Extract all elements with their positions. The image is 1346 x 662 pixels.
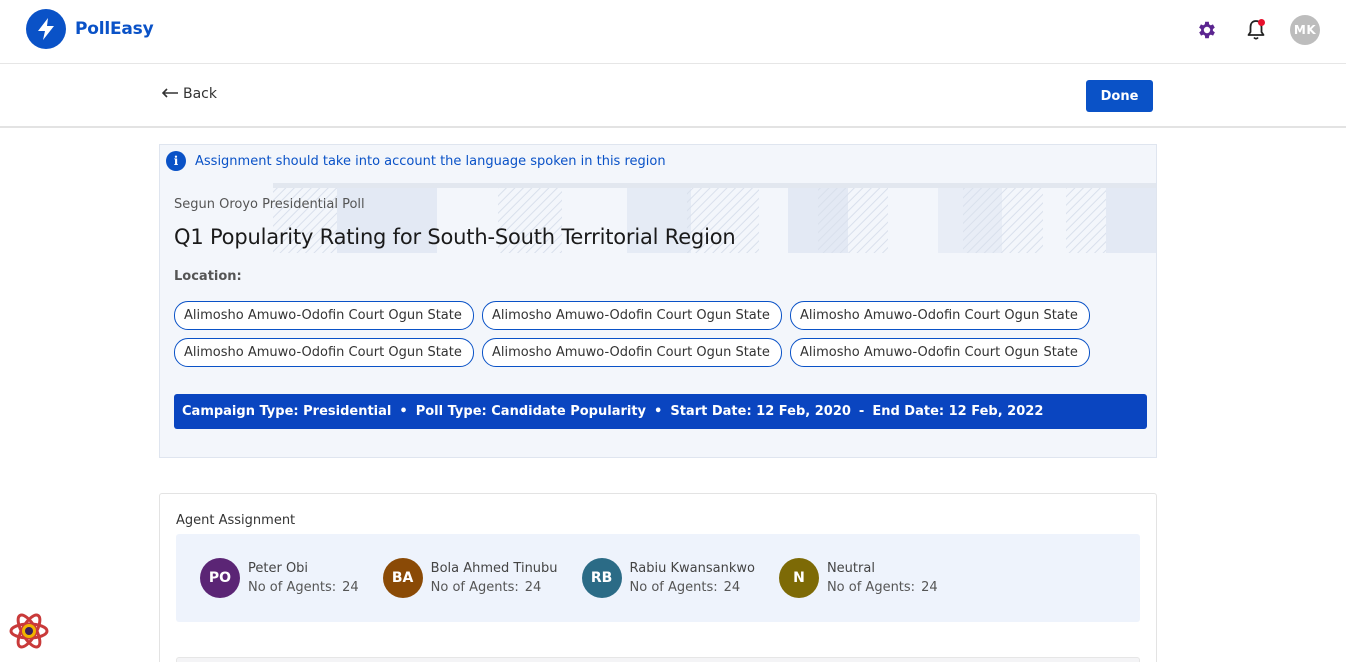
agent-count-row: No of Agents: 24: [431, 580, 558, 595]
agent-item[interactable]: RB Rabiu Kwansankwo No of Agents: 24: [581, 558, 755, 598]
info-icon: i: [166, 151, 186, 171]
campaign-type-label: Campaign Type:: [182, 404, 299, 419]
done-button[interactable]: Done: [1086, 80, 1153, 112]
next-section-strip: [176, 657, 1140, 662]
agent-count: 24: [723, 580, 741, 595]
agent-count: 24: [921, 580, 938, 595]
agent-count-label: No of Agents:: [826, 580, 916, 595]
agent-assignment-title: Agent Assignment: [176, 513, 296, 528]
agent-item[interactable]: PO Peter Obi No of Agents: 24: [200, 558, 359, 598]
separator: -: [858, 404, 865, 419]
nav-actions: MK: [1192, 15, 1320, 45]
agent-name: Bola Ahmed Tinubu: [430, 561, 558, 576]
brand-name: PollEasy: [75, 19, 154, 39]
location-chip[interactable]: Alimosho Amuwo-Odofin Court Ogun State: [482, 338, 782, 367]
separator: •: [399, 404, 408, 419]
location-chip[interactable]: Alimosho Amuwo-Odofin Court Ogun State: [174, 301, 474, 330]
language-notice: i Assignment should take into account th…: [166, 151, 666, 171]
poll-type-label: Poll Type:: [415, 404, 487, 419]
agent-panel: PO Peter Obi No of Agents: 24 BA Bola Ahm…: [176, 534, 1140, 622]
agent-count: 24: [342, 580, 359, 595]
top-navbar: PollEasy MK: [0, 0, 1346, 64]
agent-count-row: No of Agents: 24: [248, 580, 359, 595]
campaign-type-value: Presidential: [303, 404, 392, 419]
separator: •: [654, 404, 663, 419]
avatar: RB: [581, 558, 622, 598]
bell-icon[interactable]: [1241, 15, 1271, 45]
back-label: Back: [183, 86, 217, 102]
poll-title: Q1 Popularity Rating for South-South Ter…: [174, 225, 736, 249]
bolt-icon: [26, 9, 66, 49]
agent-count-label: No of Agents:: [430, 580, 519, 595]
agent-name: Neutral: [826, 561, 875, 576]
user-avatar[interactable]: MK: [1290, 15, 1320, 45]
start-date-label: Start Date:: [670, 404, 752, 419]
poll-subtitle: Segun Oroyo Presidential Poll: [174, 197, 365, 212]
agent-item[interactable]: BA Bola Ahmed Tinubu No of Agents: 24: [382, 558, 558, 598]
poll-type-value: Candidate Popularity: [491, 404, 647, 419]
agent-name: Rabiu Kwansankwo: [629, 561, 755, 576]
agent-count-label: No of Agents:: [248, 580, 337, 595]
avatar: BA: [382, 558, 423, 598]
location-chip[interactable]: Alimosho Amuwo-Odofin Court Ogun State: [482, 301, 782, 330]
campaign-details-bar: Campaign Type: Presidential • Poll Type:…: [174, 394, 1147, 429]
agent-name: Peter Obi: [248, 561, 309, 576]
location-label: Location:: [174, 269, 242, 284]
poll-info-card: i Assignment should take into account th…: [159, 144, 1157, 458]
notice-text: Assignment should take into account the …: [195, 153, 666, 169]
location-chips: Alimosho Amuwo-Odofin Court Ogun State A…: [174, 301, 1104, 367]
location-chip[interactable]: Alimosho Amuwo-Odofin Court Ogun State: [790, 338, 1090, 367]
action-bar: Back Done: [0, 64, 1346, 128]
agent-item[interactable]: N Neutral No of Agents: 24: [778, 558, 938, 598]
agent-list: PO Peter Obi No of Agents: 24 BA Bola Ahm…: [200, 558, 938, 598]
gear-icon[interactable]: [1192, 15, 1222, 45]
agent-count-label: No of Agents:: [629, 580, 718, 595]
brand[interactable]: PollEasy: [26, 9, 154, 49]
arrow-left-icon: [161, 86, 178, 102]
location-chip[interactable]: Alimosho Amuwo-Odofin Court Ogun State: [174, 338, 474, 367]
agent-assignment-card: Agent Assignment PO Peter Obi No of Agen…: [159, 493, 1157, 662]
location-chip[interactable]: Alimosho Amuwo-Odofin Court Ogun State: [790, 301, 1090, 330]
back-link[interactable]: Back: [161, 86, 217, 102]
start-date-value: 12 Feb, 2020: [756, 404, 851, 419]
avatar: PO: [200, 558, 240, 598]
agent-count-row: No of Agents: 24: [630, 580, 755, 595]
react-icon[interactable]: [8, 610, 50, 652]
notification-dot: [1258, 19, 1265, 26]
end-date-value: 12 Feb, 2022: [948, 404, 1044, 419]
end-date-label: End Date:: [872, 404, 945, 419]
avatar: N: [778, 558, 819, 598]
agent-count-row: No of Agents: 24: [827, 580, 938, 595]
agent-count: 24: [524, 580, 542, 595]
